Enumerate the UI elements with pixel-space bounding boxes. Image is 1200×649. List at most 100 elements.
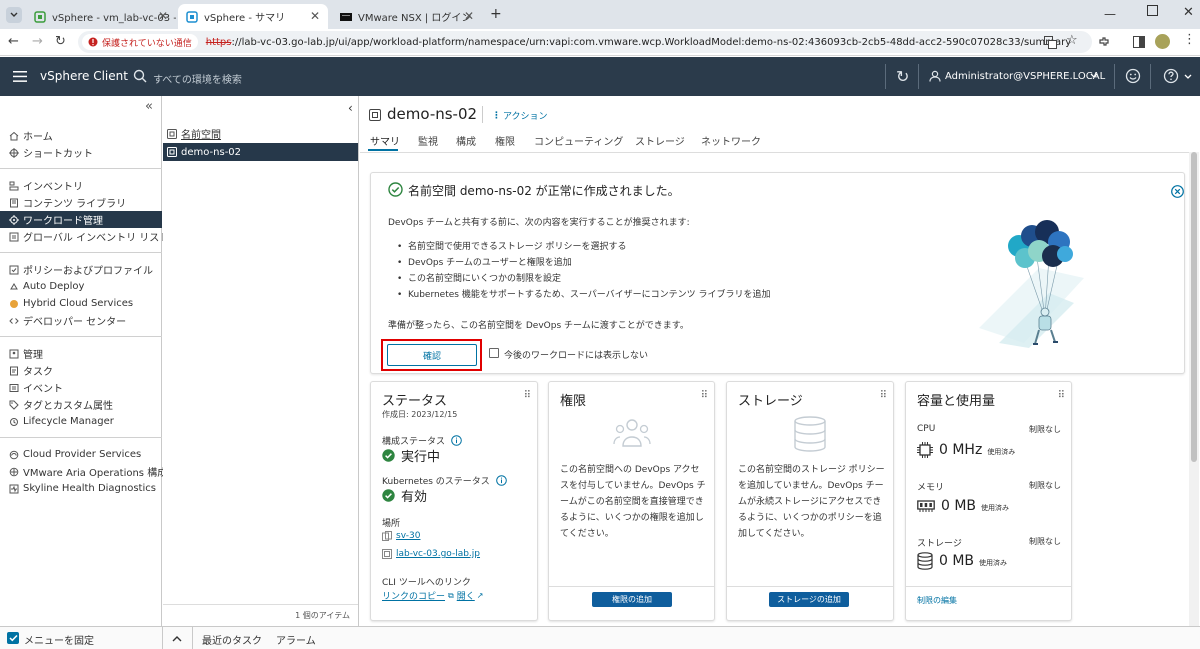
check-icon <box>8 634 18 642</box>
feedback-smiley-icon[interactable] <box>1125 68 1141 84</box>
tree-footer-divider <box>163 604 358 605</box>
scrollbar-thumb[interactable] <box>1191 152 1197 462</box>
tab-compute[interactable]: コンピューティング <box>534 133 623 148</box>
info-icon[interactable] <box>451 435 462 446</box>
more-menu-icon[interactable]: ⋮ <box>1183 32 1196 47</box>
url-text: ://lab-vc-03.go-lab.jp/ui/app/workload-p… <box>231 36 1072 48</box>
security-warning-chip[interactable]: 保護されていない通信 <box>82 34 198 50</box>
external-link-icon[interactable]: ↗ <box>477 591 484 600</box>
tree-root-namespaces[interactable]: 名前空間 <box>167 126 221 141</box>
hamburger-menu-icon[interactable] <box>13 71 27 82</box>
copy-icon[interactable]: ⧉ <box>448 591 454 601</box>
main-scrollbar[interactable] <box>1189 152 1199 626</box>
chevron-up-icon[interactable] <box>172 635 182 642</box>
sidebar-item-events[interactable]: イベント <box>0 379 162 396</box>
sidebar-item-policies[interactable]: ポリシーおよびプロファイル <box>0 261 162 278</box>
card-footer-divider <box>906 586 1071 587</box>
reload-icon[interactable]: ↻ <box>55 34 66 49</box>
edit-limits-link[interactable]: 制限の編集 <box>917 595 957 606</box>
collapse-tree-icon[interactable]: ‹ <box>348 101 353 115</box>
chevron-down-icon[interactable] <box>1184 74 1192 80</box>
tab-storage[interactable]: ストレージ <box>635 133 685 148</box>
bullet-text: Kubernetes 機能をサポートするため、スーパーバイザーにコンテンツ ライ… <box>408 290 771 300</box>
sidebar-item-skyline[interactable]: Skyline Health Diagnostics <box>0 480 162 497</box>
open-link[interactable]: 開く <box>457 589 475 602</box>
translate-icon[interactable] <box>1044 36 1057 49</box>
pin-menu-checkbox[interactable] <box>7 632 19 644</box>
drag-handle-icon[interactable]: ⠿ <box>880 390 887 401</box>
database-icon <box>917 552 933 570</box>
close-icon[interactable] <box>1171 185 1184 198</box>
sidebar-item-label: Auto Deploy <box>23 281 85 292</box>
tab-summary[interactable]: サマリ <box>370 133 400 148</box>
tree-item-demo-ns-02[interactable]: demo-ns-02 <box>163 143 358 161</box>
sidebar-item-global-inventory[interactable]: グローバル インベントリ リスト <box>0 228 169 245</box>
dont-show-checkbox[interactable] <box>489 348 499 358</box>
sidebar-item-tags[interactable]: タグとカスタム属性 <box>0 396 162 413</box>
sidebar-item-auto-deploy[interactable]: Auto Deploy <box>0 278 162 295</box>
sidebar-item-administration[interactable]: 管理 <box>0 345 162 362</box>
sidebar-item-aria-operations[interactable]: VMware Aria Operations 構成 <box>0 463 167 480</box>
profile-avatar[interactable] <box>1155 34 1170 49</box>
sidebar-item-label: ワークロード管理 <box>23 216 103 227</box>
recent-tasks-tab[interactable]: 最近のタスク <box>202 632 262 647</box>
side-panel-icon[interactable] <box>1133 36 1145 48</box>
tab-permissions[interactable]: 権限 <box>495 133 515 148</box>
forward-arrow-icon[interactable]: → <box>32 34 43 49</box>
sidebar-item-tasks[interactable]: タスク <box>0 362 162 379</box>
vsphere-favicon-icon <box>34 10 46 23</box>
sidebar-item-developer-center[interactable]: デベロッパー センター <box>0 312 162 329</box>
sidebar-item-hybrid-cloud[interactable]: Hybrid Cloud Services <box>0 295 162 312</box>
memory-value: 0 MB <box>941 498 977 514</box>
sidebar-item-label: デベロッパー センター <box>23 317 127 328</box>
tab-network[interactable]: ネットワーク <box>701 133 761 148</box>
maximize-button[interactable] <box>1147 5 1158 16</box>
tab-search-button[interactable] <box>6 7 22 23</box>
browser-tab-2[interactable]: vSphere - サマリ ✕ <box>178 4 328 29</box>
global-search-input[interactable]: すべての環境を検索 <box>153 71 242 86</box>
actions-menu[interactable]: ⋮ アクション <box>492 109 548 123</box>
tab-monitor[interactable]: 監視 <box>418 133 438 148</box>
collapse-sidebar-icon[interactable]: « <box>145 99 153 114</box>
help-icon[interactable] <box>1163 68 1179 84</box>
drag-handle-icon[interactable]: ⠿ <box>1058 390 1065 401</box>
bookmark-star-icon[interactable]: ☆ <box>1066 33 1078 48</box>
banner-bullet: • Kubernetes 機能をサポートするため、スーパーバイザーにコンテンツ … <box>397 290 771 300</box>
back-arrow-icon[interactable]: ← <box>8 34 19 49</box>
browser-tab-1[interactable]: vSphere - vm_lab-vc-03 - 仮想… ✕ <box>26 4 176 29</box>
copy-link[interactable]: リンクのコピー <box>382 589 445 602</box>
browser-tab-3[interactable]: VMware NSX | ログイン ✕ <box>332 4 482 29</box>
add-permission-button[interactable]: 権限の追加 <box>592 592 672 607</box>
pin-menu-label: メニューを固定 <box>24 636 94 647</box>
chevron-down-icon[interactable] <box>1090 73 1098 79</box>
new-tab-button[interactable]: + <box>490 6 502 22</box>
user-menu[interactable]: Administrator@VSPHERE.LOCAL <box>945 71 1105 82</box>
minimize-button[interactable]: — <box>1104 7 1116 21</box>
window-close-button[interactable]: ✕ <box>1183 5 1194 20</box>
confirm-button[interactable]: 確認 <box>387 344 477 366</box>
sidebar-item-inventory[interactable]: インベントリ <box>0 177 162 194</box>
close-icon[interactable]: ✕ <box>158 9 168 23</box>
sidebar-item-lifecycle-manager[interactable]: Lifecycle Manager <box>0 413 162 430</box>
sidebar-item-workload-management[interactable]: ワークロード管理 <box>0 211 162 228</box>
inventory-icon <box>9 181 19 190</box>
drag-handle-icon[interactable]: ⠿ <box>524 390 531 401</box>
extensions-icon[interactable] <box>1098 36 1110 48</box>
close-icon[interactable]: ✕ <box>310 9 320 23</box>
sidebar-item-label: コンテンツ ライブラリ <box>23 199 127 210</box>
close-icon[interactable]: ✕ <box>464 9 474 23</box>
tab-configure[interactable]: 構成 <box>456 133 476 148</box>
alarms-tab[interactable]: アラーム <box>276 632 316 647</box>
address-bar[interactable]: 保護されていない通信 https://lab-vc-03.go-lab.jp/u… <box>78 31 1092 53</box>
tree-item-label: demo-ns-02 <box>181 146 242 158</box>
info-icon[interactable] <box>496 475 507 486</box>
refresh-icon[interactable]: ↻ <box>896 67 909 86</box>
location-cluster-link[interactable]: sv-30 <box>396 531 420 541</box>
sidebar-item-content-library[interactable]: コンテンツ ライブラリ <box>0 194 162 211</box>
add-storage-button[interactable]: ストレージの追加 <box>769 592 849 607</box>
drag-handle-icon[interactable]: ⠿ <box>701 390 708 401</box>
sidebar-item-cloud-provider[interactable]: Cloud Provider Services <box>0 446 162 463</box>
location-vc-link[interactable]: lab-vc-03.go-lab.jp <box>396 549 480 559</box>
sidebar-item-home[interactable]: ホーム <box>0 127 162 144</box>
sidebar-item-shortcuts[interactable]: ショートカット <box>0 144 162 161</box>
